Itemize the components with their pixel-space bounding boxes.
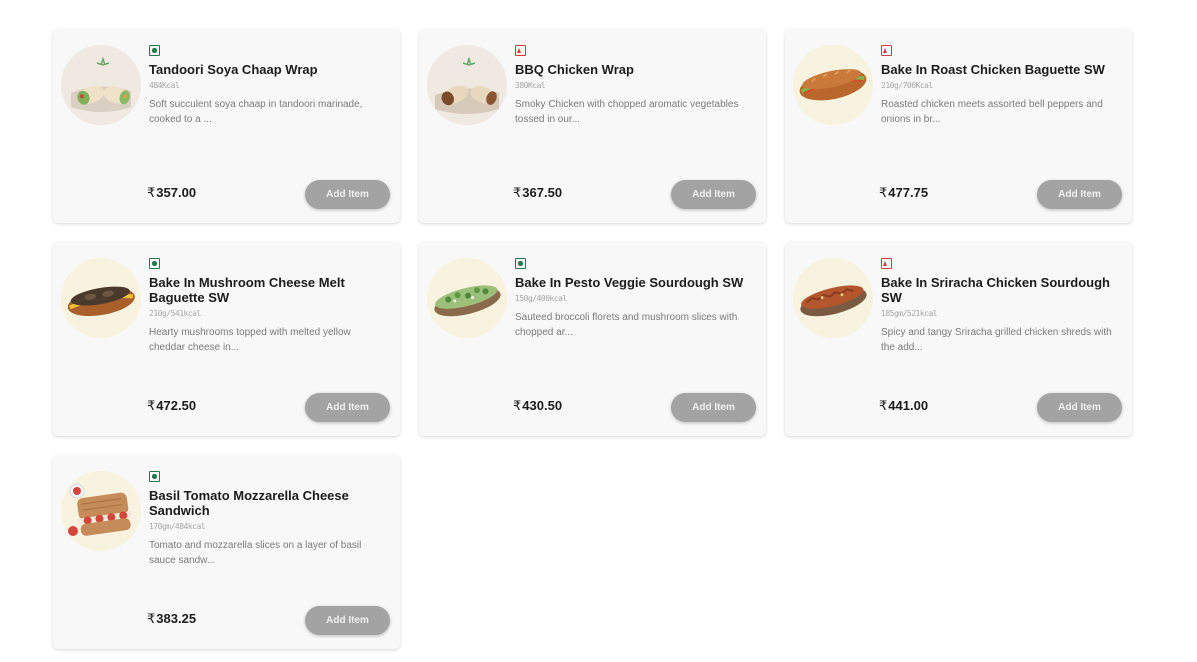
item-info: Bake In Mushroom Cheese Melt Baguette SW…: [149, 258, 386, 355]
item-price: ₹367.50: [513, 185, 563, 200]
item-image[interactable]: [793, 258, 873, 338]
veg-icon: [149, 45, 160, 56]
add-item-button[interactable]: Add Item: [671, 180, 756, 209]
nonveg-icon: [881, 258, 892, 269]
item-name[interactable]: Bake In Mushroom Cheese Melt Baguette SW: [149, 275, 386, 305]
menu-item-card[interactable]: Basil Tomato Mozzarella Cheese Sandwich …: [53, 455, 400, 649]
item-name[interactable]: Bake In Pesto Veggie Sourdough SW: [515, 275, 752, 290]
item-name[interactable]: Basil Tomato Mozzarella Cheese Sandwich: [149, 488, 386, 518]
item-info: BBQ Chicken Wrap 380Kcal Smoky Chicken w…: [515, 45, 752, 127]
item-image[interactable]: [61, 45, 141, 125]
add-item-button[interactable]: Add Item: [1037, 180, 1122, 209]
item-name[interactable]: Bake In Sriracha Chicken Sourdough SW: [881, 275, 1118, 305]
add-item-button[interactable]: Add Item: [305, 393, 390, 422]
item-image[interactable]: [793, 45, 873, 125]
veg-icon: [515, 258, 526, 269]
rupee-icon: ₹: [513, 398, 522, 413]
add-item-button[interactable]: Add Item: [305, 606, 390, 635]
item-price: ₹383.25: [147, 611, 197, 626]
menu-item-card[interactable]: Bake In Mushroom Cheese Melt Baguette SW…: [53, 242, 400, 436]
item-description: Smoky Chicken with chopped aromatic vege…: [515, 99, 739, 125]
veg-icon: [149, 258, 160, 269]
item-price: ₹357.00: [147, 185, 197, 200]
item-description: Sauteed broccoli florets and mushroom sl…: [515, 312, 738, 338]
item-price: ₹441.00: [879, 398, 929, 413]
rupee-icon: ₹: [879, 185, 888, 200]
rupee-icon: ₹: [147, 611, 156, 626]
item-info: Bake In Roast Chicken Baguette SW 210g/7…: [881, 45, 1118, 127]
menu-item-card[interactable]: Bake In Pesto Veggie Sourdough SW 150g/4…: [419, 242, 766, 436]
item-calories: 484Kcal: [149, 81, 180, 90]
item-image[interactable]: [61, 471, 141, 551]
rupee-icon: ₹: [513, 185, 522, 200]
menu-item-card[interactable]: Tandoori Soya Chaap Wrap 484Kcal Soft su…: [53, 29, 400, 223]
add-item-button[interactable]: Add Item: [1037, 393, 1122, 422]
rupee-icon: ₹: [147, 185, 156, 200]
item-calories: 185gm/521kcal: [881, 309, 938, 318]
item-name[interactable]: Tandoori Soya Chaap Wrap: [149, 62, 386, 77]
item-image[interactable]: [427, 45, 507, 125]
item-price: ₹430.50: [513, 398, 563, 413]
item-calories: 170gm/484kcal: [149, 522, 206, 531]
item-info: Bake In Pesto Veggie Sourdough SW 150g/4…: [515, 258, 752, 340]
item-image[interactable]: [61, 258, 141, 338]
item-description: Hearty mushrooms topped with melted yell…: [149, 327, 351, 353]
item-calories: 380Kcal: [515, 81, 546, 90]
add-item-button[interactable]: Add Item: [671, 393, 756, 422]
menu-item-card[interactable]: Bake In Roast Chicken Baguette SW 210g/7…: [785, 29, 1132, 223]
item-description: Spicy and tangy Sriracha grilled chicken…: [881, 327, 1112, 353]
item-calories: 150g/400kcal: [515, 294, 567, 303]
menu-grid: Tandoori Soya Chaap Wrap 484Kcal Soft su…: [53, 29, 1132, 649]
item-description: Soft succulent soya chaap in tandoori ma…: [149, 99, 363, 125]
item-info: Basil Tomato Mozzarella Cheese Sandwich …: [149, 471, 386, 568]
nonveg-icon: [881, 45, 892, 56]
veg-icon: [149, 471, 160, 482]
item-price: ₹477.75: [879, 185, 929, 200]
item-name[interactable]: BBQ Chicken Wrap: [515, 62, 752, 77]
add-item-button[interactable]: Add Item: [305, 180, 390, 209]
item-info: Tandoori Soya Chaap Wrap 484Kcal Soft su…: [149, 45, 386, 127]
item-price: ₹472.50: [147, 398, 197, 413]
menu-item-card[interactable]: BBQ Chicken Wrap 380Kcal Smoky Chicken w…: [419, 29, 766, 223]
nonveg-icon: [515, 45, 526, 56]
item-info: Bake In Sriracha Chicken Sourdough SW 18…: [881, 258, 1118, 355]
menu-item-card[interactable]: Bake In Sriracha Chicken Sourdough SW 18…: [785, 242, 1132, 436]
item-description: Tomato and mozzarella slices on a layer …: [149, 540, 362, 566]
item-image[interactable]: [427, 258, 507, 338]
item-description: Roasted chicken meets assorted bell pepp…: [881, 99, 1103, 125]
rupee-icon: ₹: [147, 398, 156, 413]
rupee-icon: ₹: [879, 398, 888, 413]
item-name[interactable]: Bake In Roast Chicken Baguette SW: [881, 62, 1118, 77]
item-calories: 210g/706Kcal: [881, 81, 933, 90]
item-calories: 210g/541kcal: [149, 309, 201, 318]
